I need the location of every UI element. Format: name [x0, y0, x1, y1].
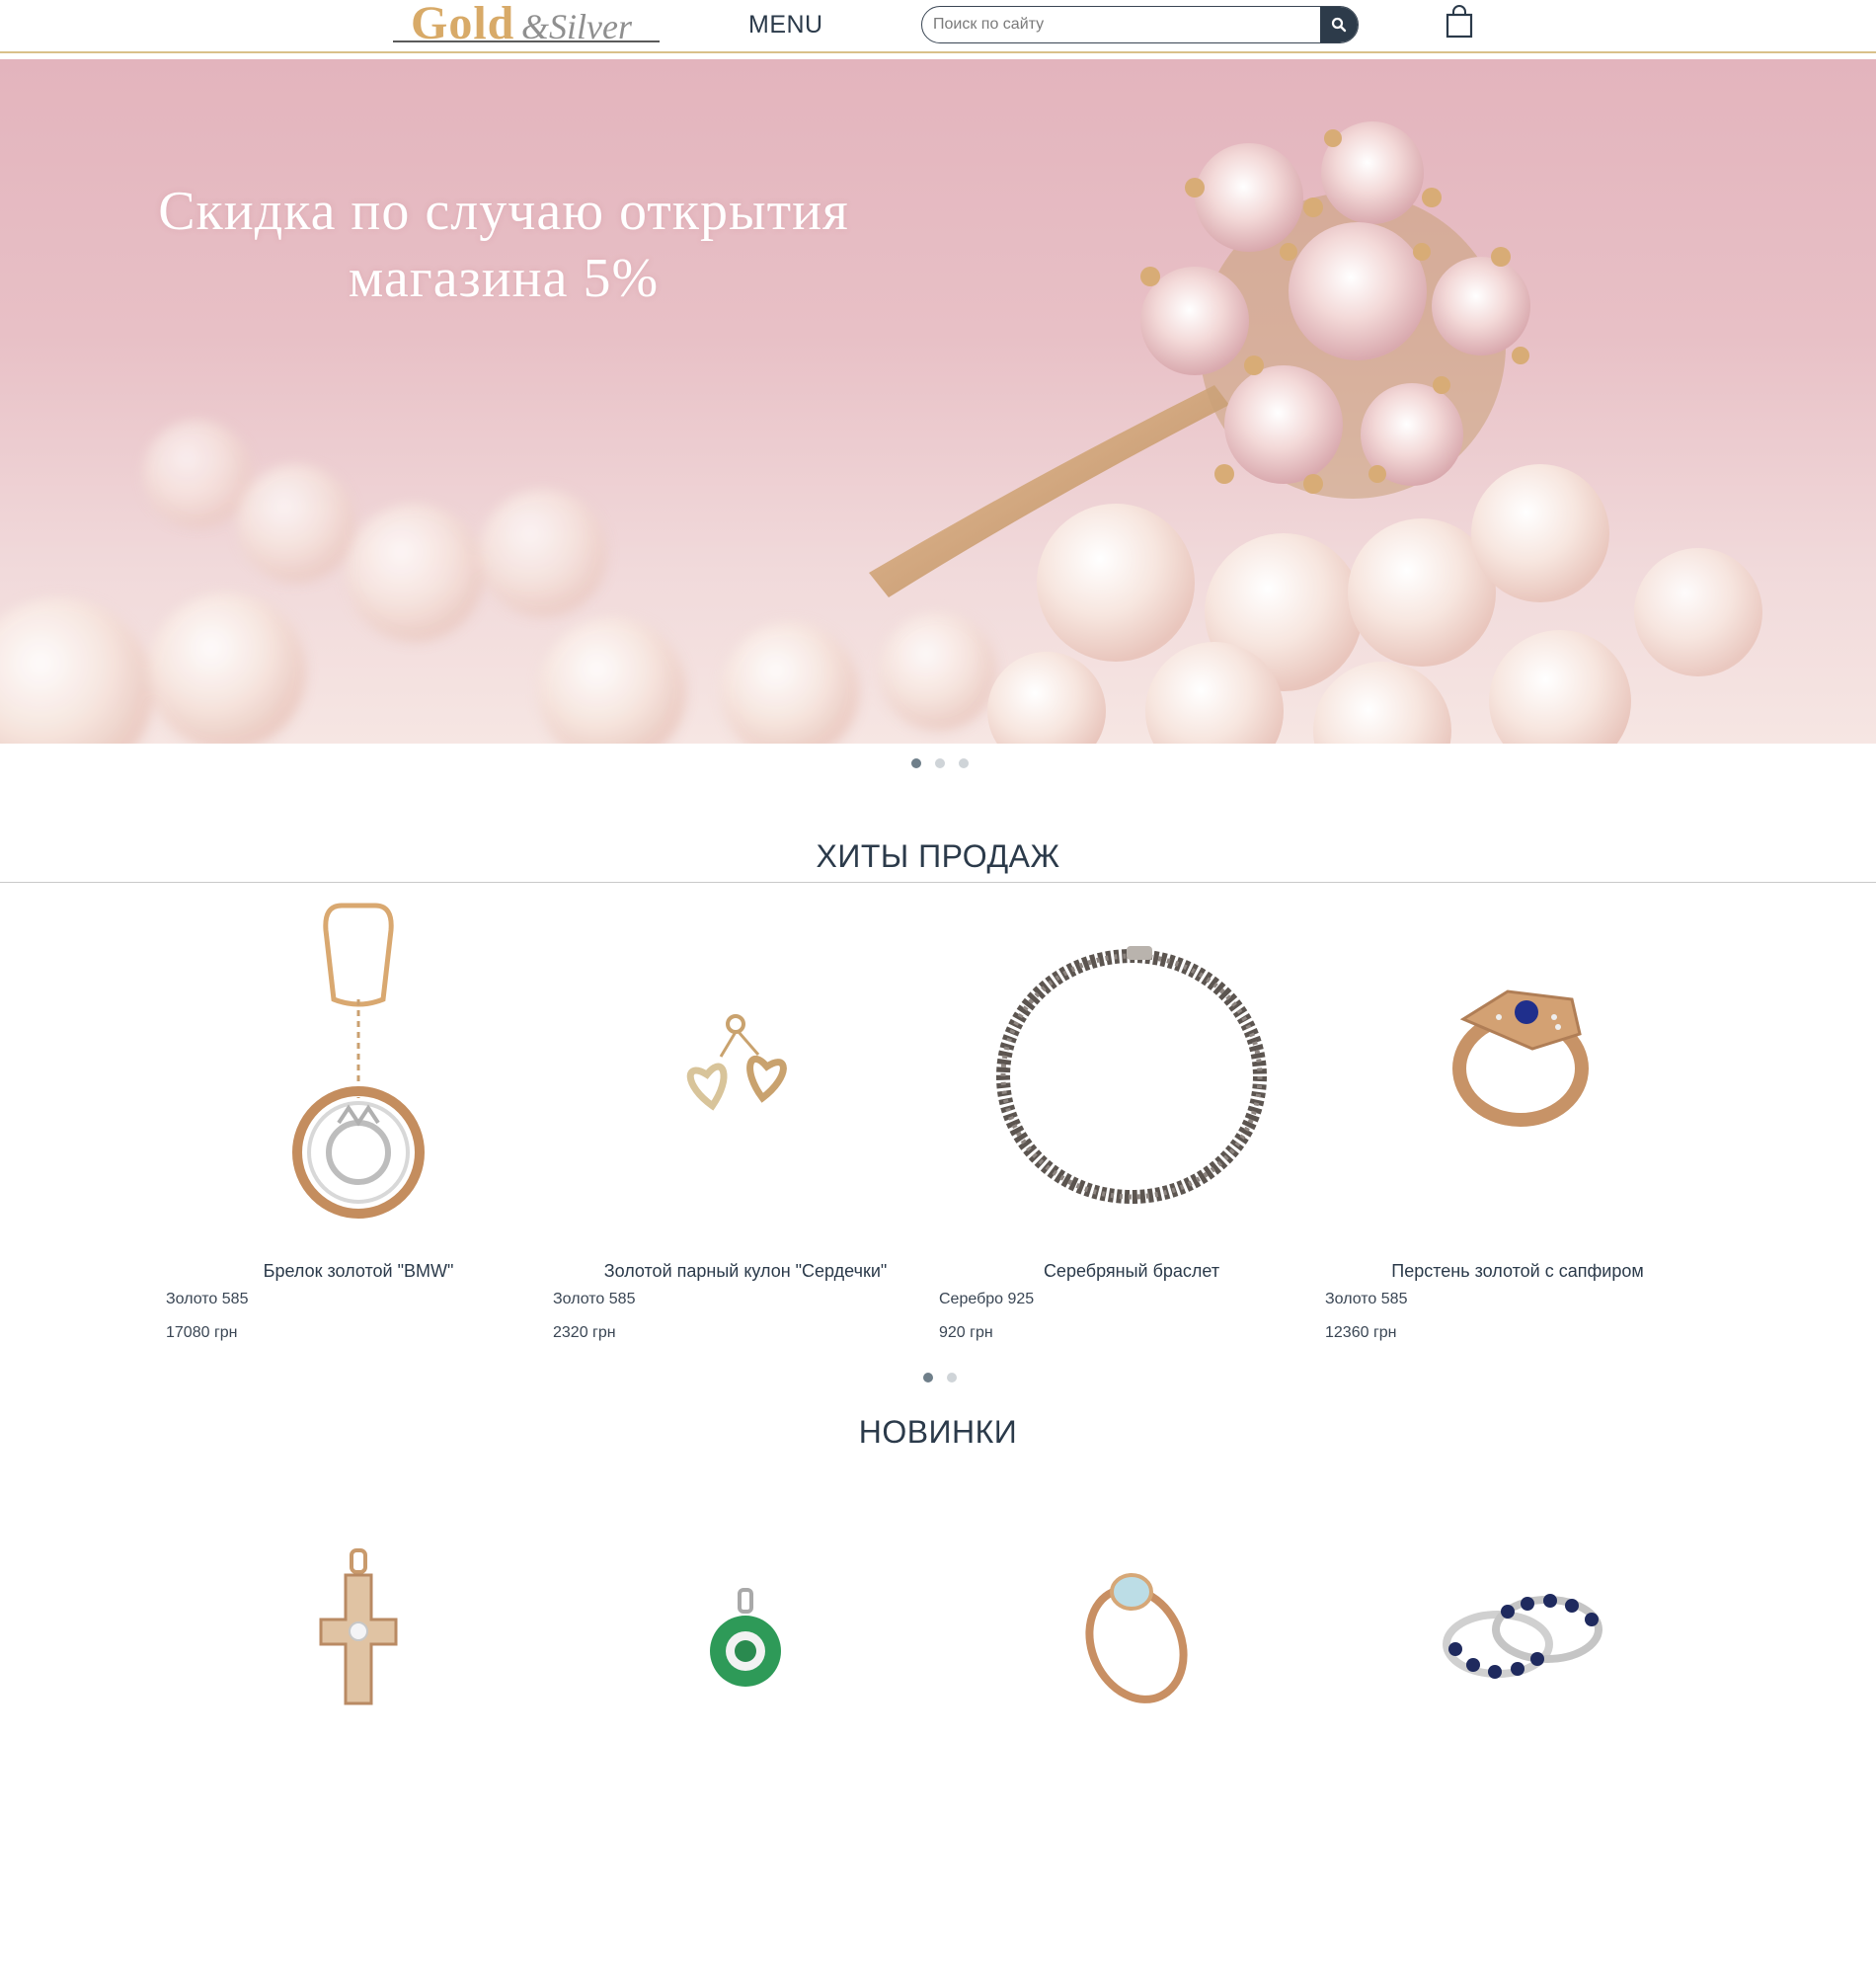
- search-input[interactable]: [922, 7, 1322, 42]
- hero-title: Скидка по случаю открытия магазина 5%: [59, 178, 948, 312]
- cross-pendant-image: [319, 1548, 398, 1705]
- product-price: 12360 грн: [1325, 1324, 1397, 1341]
- sapphire-earrings-image: [1443, 1594, 1602, 1679]
- product-image[interactable]: [166, 901, 551, 1236]
- new-product-card[interactable]: [166, 1521, 551, 1758]
- section-divider: [0, 882, 1876, 883]
- bestsellers-title: ХИТЫ ПРОДАЖ: [816, 838, 1060, 874]
- logo-gold-text: Gold: [411, 0, 515, 49]
- product-metal: Золото 585: [1325, 1291, 1408, 1307]
- new-arrivals-title: НОВИНКИ: [858, 1414, 1018, 1450]
- product-name[interactable]: Золотой парный кулон "Сердечки": [553, 1261, 938, 1282]
- hero-image: [0, 121, 1762, 744]
- bestsellers-dot-2[interactable]: [947, 1373, 957, 1382]
- new-product-card[interactable]: [553, 1521, 938, 1758]
- hero-title-line1: Скидка по случаю открытия: [158, 181, 849, 242]
- product-metal: Золото 585: [553, 1291, 636, 1307]
- hero-dot-2[interactable]: [935, 758, 945, 768]
- product-price: 920 грн: [939, 1324, 993, 1341]
- hearts-pendant-image: [686, 1014, 787, 1111]
- bracelet-image: [996, 946, 1267, 1204]
- menu-button[interactable]: MENU: [748, 11, 823, 40]
- bestsellers-carousel-dots: [923, 1373, 957, 1382]
- product-name[interactable]: Серебряный браслет: [939, 1261, 1324, 1282]
- product-price: 17080 грн: [166, 1324, 238, 1341]
- logo[interactable]: Gold &Silver: [393, 0, 662, 49]
- hero-banner[interactable]: Скидка по случаю открытия магазина 5%: [0, 59, 1876, 744]
- site-header: Gold &Silver MENU: [0, 0, 1876, 53]
- logo-underline: [393, 40, 660, 42]
- product-metal: Золото 585: [166, 1291, 249, 1307]
- bestsellers-dot-1[interactable]: [923, 1373, 933, 1382]
- cart-button[interactable]: [1445, 5, 1474, 39]
- topaz-ring-image: [1085, 1573, 1188, 1703]
- search-button[interactable]: [1320, 7, 1358, 42]
- hero-dot-1[interactable]: [911, 758, 921, 768]
- hero-title-line2: магазина 5%: [348, 248, 660, 309]
- search-icon: [1331, 17, 1347, 33]
- new-product-card[interactable]: [939, 1521, 1324, 1758]
- keychain-image: [292, 903, 425, 1219]
- product-metal: Серебро 925: [939, 1291, 1035, 1307]
- search-bar: [921, 6, 1359, 43]
- sapphire-ring-image: [1452, 989, 1589, 1127]
- product-name[interactable]: Брелок золотой "BMW": [166, 1261, 551, 1282]
- shopping-bag-icon: [1446, 5, 1473, 39]
- emerald-pendant-image: [710, 1588, 781, 1687]
- hero-dot-3[interactable]: [959, 758, 969, 768]
- product-image[interactable]: [1325, 901, 1710, 1236]
- hero-carousel-dots: [911, 758, 969, 768]
- product-price: 2320 грн: [553, 1324, 616, 1341]
- product-name[interactable]: Перстень золотой с сапфиром: [1325, 1261, 1710, 1282]
- product-image[interactable]: [939, 901, 1324, 1236]
- new-product-card[interactable]: [1325, 1521, 1710, 1758]
- product-image[interactable]: [553, 901, 938, 1236]
